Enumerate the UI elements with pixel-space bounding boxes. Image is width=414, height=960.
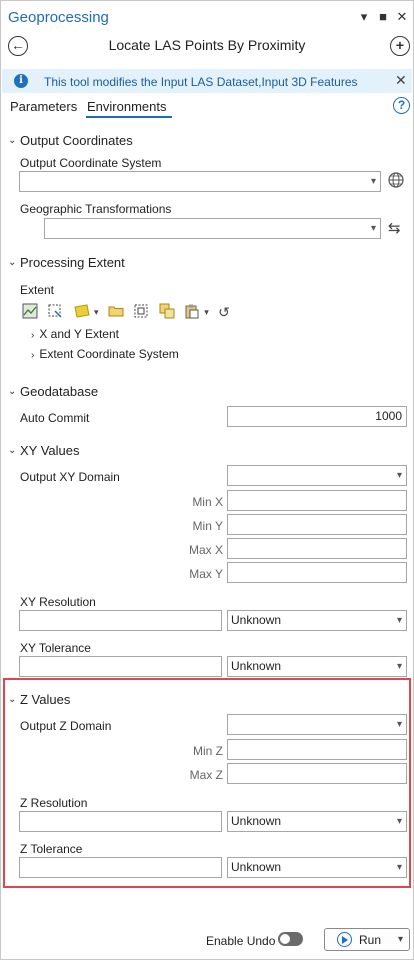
chevron-down-icon: ▾ xyxy=(370,223,376,234)
xy-tolerance-unit-select[interactable]: Unknown ▾ xyxy=(227,656,407,677)
chevron-down-icon: ▾ xyxy=(370,176,376,187)
min-y-label: Min Y xyxy=(192,519,223,533)
tool-title: Locate LAS Points By Proximity xyxy=(108,37,306,53)
chevron-down-icon: ▾ xyxy=(396,615,402,626)
chevron-down-icon: ▾ xyxy=(396,661,402,672)
min-x-input[interactable] xyxy=(227,490,407,511)
globe-icon[interactable] xyxy=(387,171,405,192)
min-z-input[interactable] xyxy=(227,739,407,760)
tab-environments[interactable]: Environments xyxy=(87,99,166,114)
draw-extent-icon[interactable] xyxy=(47,303,63,322)
auto-commit-label: Auto Commit xyxy=(20,411,90,425)
z-resolution-label: Z Resolution xyxy=(20,796,88,810)
play-icon xyxy=(337,932,352,947)
chevron-right-icon: › xyxy=(31,330,35,341)
toggle-knob xyxy=(280,934,290,944)
output-xy-domain-label: Output XY Domain xyxy=(20,470,120,484)
xy-tolerance-input[interactable] xyxy=(19,656,222,677)
active-tab-indicator xyxy=(86,116,172,118)
extent-label: Extent xyxy=(20,283,55,297)
run-button[interactable]: Run ▾ xyxy=(324,928,410,951)
help-icon[interactable]: ? xyxy=(393,97,410,114)
geographic-transformations-label: Geographic Transformations xyxy=(20,202,172,216)
chevron-down-icon: ▾ xyxy=(396,816,402,827)
chevron-down-icon: ▾ xyxy=(396,470,402,481)
section-z-values[interactable]: Z Values xyxy=(20,692,70,707)
xy-resolution-label: XY Resolution xyxy=(20,595,96,609)
layer-extent-icon[interactable] xyxy=(73,303,93,322)
geographic-transformations-select[interactable]: ▾ xyxy=(44,218,381,239)
xy-resolution-input[interactable] xyxy=(19,610,222,631)
maximize-icon[interactable]: ■ xyxy=(375,8,391,26)
swap-arrows-icon[interactable]: ⇆ xyxy=(388,219,401,237)
info-icon: i xyxy=(14,74,28,88)
chevron-down-icon: ▾ xyxy=(396,862,402,873)
max-x-input[interactable] xyxy=(227,538,407,559)
output-coordinate-system-select[interactable]: ▾ xyxy=(19,171,381,192)
chevron-down-icon: ▾ xyxy=(396,719,402,730)
info-message: This tool modifies the Input LAS Dataset… xyxy=(44,75,358,89)
paste-extent-icon[interactable] xyxy=(184,303,200,322)
info-close-icon[interactable]: ✕ xyxy=(395,72,407,89)
chevron-down-icon[interactable]: ▾ xyxy=(204,307,209,318)
section-output-coordinates[interactable]: Output Coordinates xyxy=(20,133,133,148)
add-icon[interactable]: + xyxy=(390,36,410,56)
app-title: Geoprocessing xyxy=(8,9,109,26)
section-geodatabase[interactable]: Geodatabase xyxy=(20,384,98,399)
z-resolution-unit-select[interactable]: Unknown ▾ xyxy=(227,811,407,832)
chevron-down-icon[interactable]: ▾ xyxy=(398,934,403,945)
output-coordinate-system-label: Output Coordinate System xyxy=(20,156,162,170)
tree-item-xy-extent[interactable]: › X and Y Extent xyxy=(31,327,119,341)
folder-icon[interactable] xyxy=(108,303,124,322)
select-extent-icon[interactable] xyxy=(133,303,149,322)
chevron-right-icon: › xyxy=(31,350,35,361)
auto-commit-input[interactable]: 1000 xyxy=(227,406,407,427)
tree-item-extent-coordinate-system[interactable]: › Extent Coordinate System xyxy=(31,347,179,361)
extent-toolbar: ▾ ▾ ↺ xyxy=(22,303,262,321)
chevron-down-icon[interactable]: ▾ xyxy=(356,8,372,26)
map-extent-icon[interactable] xyxy=(22,303,38,322)
collapse-chevron-icon[interactable]: ⌄ xyxy=(8,135,16,146)
max-z-input[interactable] xyxy=(227,763,407,784)
max-z-label: Max Z xyxy=(189,768,223,782)
max-y-label: Max Y xyxy=(189,567,223,581)
z-resolution-input[interactable] xyxy=(19,811,222,832)
section-xy-values[interactable]: XY Values xyxy=(20,443,80,458)
output-xy-domain-select[interactable]: ▾ xyxy=(227,465,407,486)
intersect-extent-icon[interactable] xyxy=(159,303,175,322)
xy-resolution-unit-select[interactable]: Unknown ▾ xyxy=(227,610,407,631)
xy-tolerance-label: XY Tolerance xyxy=(20,641,91,655)
collapse-chevron-icon[interactable]: ⌄ xyxy=(8,445,16,456)
min-x-label: Min X xyxy=(192,495,223,509)
z-tolerance-label: Z Tolerance xyxy=(20,842,83,856)
max-y-input[interactable] xyxy=(227,562,407,583)
collapse-chevron-icon[interactable]: ⌄ xyxy=(8,694,16,705)
output-z-domain-select[interactable]: ▾ xyxy=(227,714,407,735)
z-tolerance-unit-select[interactable]: Unknown ▾ xyxy=(227,857,407,878)
section-processing-extent[interactable]: Processing Extent xyxy=(20,255,125,270)
max-x-label: Max X xyxy=(188,543,223,557)
run-label: Run xyxy=(359,933,382,947)
collapse-chevron-icon[interactable]: ⌄ xyxy=(8,386,16,397)
collapse-chevron-icon[interactable]: ⌄ xyxy=(8,257,16,268)
tab-parameters[interactable]: Parameters xyxy=(10,99,77,114)
min-z-label: Min Z xyxy=(193,744,223,758)
min-y-input[interactable] xyxy=(227,514,407,535)
reset-icon[interactable]: ↺ xyxy=(218,304,230,321)
back-icon[interactable]: ← xyxy=(8,36,28,56)
z-tolerance-input[interactable] xyxy=(19,857,222,878)
enable-undo-label: Enable Undo xyxy=(206,934,276,948)
chevron-down-icon[interactable]: ▾ xyxy=(94,307,99,318)
output-z-domain-label: Output Z Domain xyxy=(20,719,112,733)
close-icon[interactable]: ✕ xyxy=(394,8,410,26)
